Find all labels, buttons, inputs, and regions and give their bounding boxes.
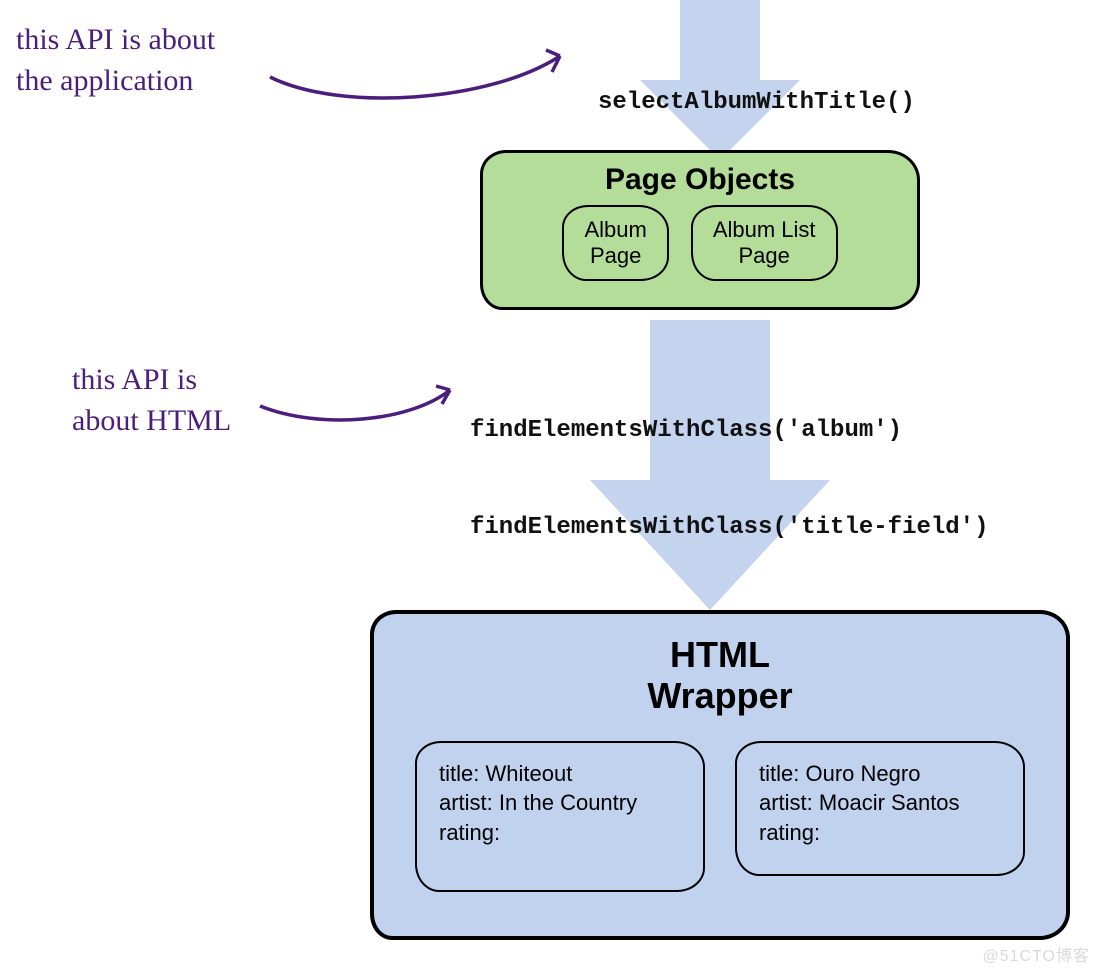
title-line: Wrapper xyxy=(398,675,1042,716)
field-label: rating: xyxy=(439,820,500,845)
album-title: Whiteout xyxy=(485,761,572,786)
title-line: HTML xyxy=(398,634,1042,675)
annotation-line: the application xyxy=(16,61,215,102)
page-objects-box: Page Objects Album Page Album List Page xyxy=(480,150,920,310)
field-label: artist: xyxy=(439,790,493,815)
page-objects-title: Page Objects xyxy=(497,163,903,197)
page-object-item: Album Page xyxy=(562,205,668,281)
code-line: findElementsWithClass('title-field') xyxy=(470,512,1017,544)
field-label: rating: xyxy=(759,820,820,845)
watermark: @51CTO博客 xyxy=(982,942,1090,966)
html-wrapper-box: HTML Wrapper title: Whiteout artist: In … xyxy=(370,610,1070,940)
album-artist: Moacir Santos xyxy=(819,790,960,815)
code-line: findElementsWithClass('album') xyxy=(470,415,1017,447)
field-label: artist: xyxy=(759,790,813,815)
annotation-line: this API is about xyxy=(16,20,215,61)
annotation-line: about HTML xyxy=(72,401,231,442)
arrow-icon xyxy=(250,370,470,440)
annotation-html-api: this API is about HTML xyxy=(72,360,231,441)
page-object-item: Album List Page xyxy=(691,205,838,281)
html-wrapper-title: HTML Wrapper xyxy=(398,634,1042,717)
field-label: title: xyxy=(759,761,799,786)
album-card: title: Ouro Negro artist: Moacir Santos … xyxy=(735,741,1025,876)
album-card: title: Whiteout artist: In the Country r… xyxy=(415,741,705,892)
annotation-application-api: this API is about the application xyxy=(16,20,215,101)
annotation-line: this API is xyxy=(72,360,231,401)
album-artist: In the Country xyxy=(499,790,637,815)
code-line: selectAlbumWithTitle() xyxy=(598,87,915,119)
arrow-icon xyxy=(260,32,580,122)
album-title: Ouro Negro xyxy=(805,761,920,786)
field-label: title: xyxy=(439,761,479,786)
